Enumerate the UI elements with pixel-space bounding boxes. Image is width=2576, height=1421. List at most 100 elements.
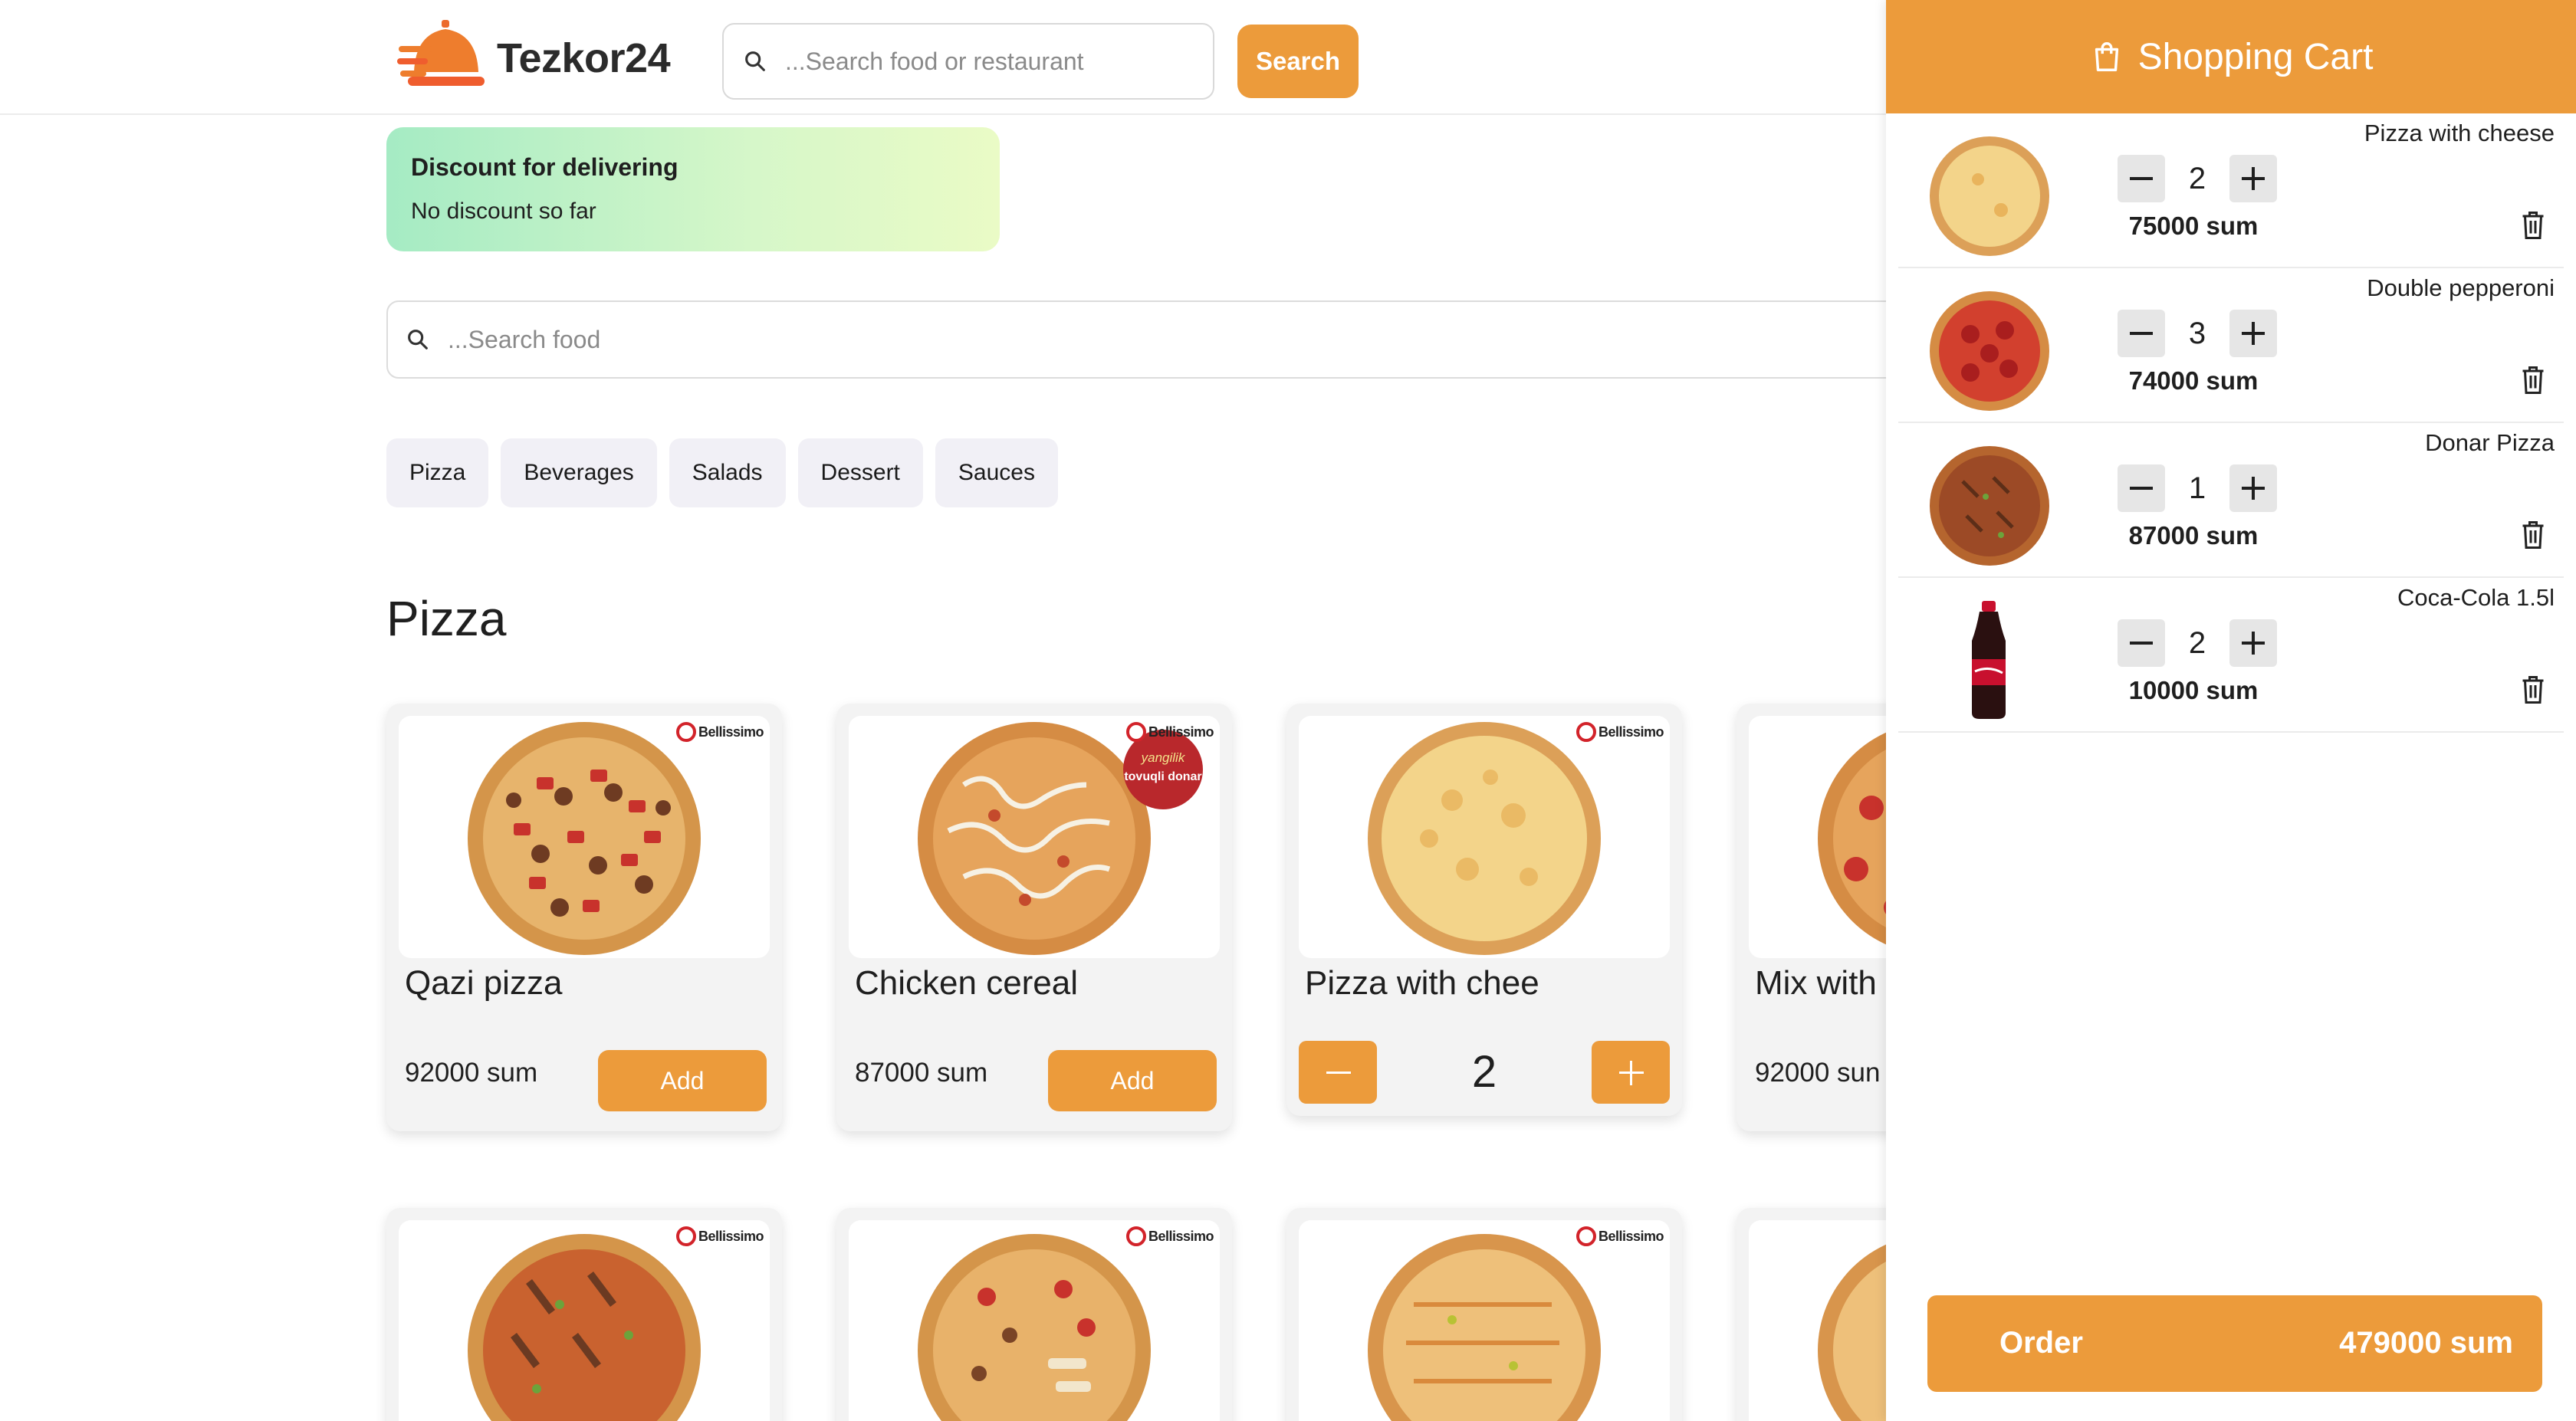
increase-quantity-button[interactable] [2229, 155, 2277, 202]
product-name: Pizza with chee [1305, 964, 1539, 1002]
cart-item-name: Coca-Cola 1.5l [2397, 584, 2555, 611]
category-beverages[interactable]: Beverages [501, 438, 657, 507]
product-image: Bellissimo [1299, 716, 1670, 958]
category-salads[interactable]: Salads [669, 438, 786, 507]
food-search-input[interactable] [448, 325, 1918, 354]
increase-quantity-button[interactable] [2229, 619, 2277, 667]
cart-item-name: Double pepperoni [2367, 274, 2555, 301]
promo-badge-line1: yangilik [1141, 750, 1186, 765]
decrease-quantity-button[interactable] [2118, 464, 2165, 512]
brand-mark-icon [1125, 722, 1146, 742]
brand-mark-icon [1125, 1226, 1146, 1246]
category-dessert[interactable]: Dessert [797, 438, 923, 507]
shopping-bag-icon [2095, 42, 2118, 71]
logo[interactable]: Tezkor24 [397, 20, 671, 97]
pizza-image [468, 722, 701, 955]
cart-item-image [1930, 136, 2049, 256]
pizza-image [1368, 1234, 1601, 1421]
brand-logo: Bellissimo [1576, 722, 1664, 742]
product-image: Bellissimo [399, 716, 770, 958]
brand-mark-icon [1576, 722, 1596, 742]
search-button[interactable]: Search [1237, 25, 1359, 98]
increase-quantity-button[interactable] [2229, 310, 2277, 357]
category-sauces[interactable]: Sauces [935, 438, 1058, 507]
decrease-quantity-button[interactable] [2118, 619, 2165, 667]
brand-mark-icon [675, 722, 696, 742]
brand-name: Bellissimo [1598, 724, 1664, 740]
pizza-image: yangilik tovuqli donar [918, 722, 1203, 955]
cart-item-price: 87000 sum [2128, 521, 2259, 550]
restaurant-search-input[interactable] [785, 47, 1213, 76]
promo-badge-line2: tovuqli donar [1124, 770, 1201, 783]
brand-logo: Bellissimo [1125, 722, 1214, 742]
section-title: Pizza [386, 591, 507, 646]
product-price: 92000 sum [405, 1058, 538, 1088]
logo-text: Tezkor24 [497, 35, 671, 81]
search-icon [408, 330, 428, 350]
cart-item-quantity: 2 [2188, 162, 2206, 195]
category-tabs: Pizza Beverages Salads Dessert Sauces [386, 438, 1058, 507]
pizza-image [918, 1234, 1151, 1421]
brand-mark-icon [1576, 1226, 1596, 1246]
delivery-dish-logo-icon [397, 20, 485, 86]
product-name: Qazi pizza [405, 964, 563, 1002]
product-name: Chicken cereal [855, 964, 1079, 1002]
cart-item-price: 10000 sum [2128, 676, 2259, 704]
increase-quantity-button[interactable] [1592, 1041, 1670, 1104]
pizza-image [468, 1234, 701, 1421]
add-to-cart-button[interactable]: Add [1048, 1050, 1217, 1111]
decrease-quantity-button[interactable] [2118, 310, 2165, 357]
pizza-image [1368, 722, 1601, 955]
cart-item: Donar Pizza 1 87000 sum [1898, 423, 2564, 578]
decrease-quantity-button[interactable] [2118, 155, 2165, 202]
cart-item-name: Donar Pizza [2425, 429, 2555, 456]
add-to-cart-button[interactable]: Add [598, 1050, 767, 1111]
trash-icon[interactable] [2518, 518, 2548, 553]
order-label: Order [1999, 1326, 2083, 1360]
cart-item-quantity: 1 [2188, 471, 2206, 505]
search-icon [745, 51, 765, 71]
product-image: Bellissimo [1299, 1220, 1670, 1421]
cart-item-quantity: 2 [2188, 626, 2206, 660]
brand-logo: Bellissimo [1576, 1226, 1664, 1246]
increase-quantity-button[interactable] [2229, 464, 2277, 512]
cart-item-price: 74000 sum [2128, 366, 2259, 395]
order-button[interactable]: Order 479000 sum [1927, 1295, 2542, 1392]
food-search-box [386, 300, 1920, 379]
trash-icon[interactable] [2518, 208, 2548, 244]
product-card: Bellissimo Pizza with chee 2 [1286, 704, 1682, 1116]
category-pizza[interactable]: Pizza [386, 438, 489, 507]
restaurant-search-box [722, 23, 1214, 100]
cart-item-image [1972, 601, 2006, 719]
cart-item-price: 75000 sum [2128, 212, 2259, 240]
product-price: 87000 sum [855, 1058, 988, 1088]
brand-logo: Bellissimo [1125, 1226, 1214, 1246]
trash-icon[interactable] [2518, 673, 2548, 708]
product-card: Bellissimo [1286, 1208, 1682, 1421]
cart-item: Double pepperoni 3 74000 sum [1898, 268, 2564, 423]
order-total: 479000 sum [2339, 1326, 2513, 1360]
trash-icon[interactable] [2518, 363, 2548, 399]
product-quantity: 2 [1471, 1047, 1497, 1097]
discount-title: Discount for delivering [411, 153, 678, 181]
shopping-cart-panel: Shopping Cart Pizza with cheese 2 75000 … [1886, 0, 2576, 1421]
product-price: 92000 sun [1755, 1058, 1881, 1088]
cart-title: Shopping Cart [2137, 36, 2374, 77]
brand-logo: Bellissimo [675, 1226, 764, 1246]
brand-mark-icon [675, 1226, 696, 1246]
cart-item-image [1930, 291, 2049, 411]
product-card: Bellissimo [386, 1208, 782, 1421]
product-image: Bellissimo [399, 1220, 770, 1421]
discount-banner: Discount for delivering No discount so f… [386, 127, 1000, 251]
brand-name: Bellissimo [1148, 1228, 1214, 1244]
product-image: yangilik tovuqli donar Bellissimo [849, 716, 1220, 958]
cart-header: Shopping Cart [1886, 0, 2576, 113]
discount-text: No discount so far [411, 199, 596, 224]
brand-name: Bellissimo [698, 724, 764, 740]
brand-name: Bellissimo [698, 1228, 764, 1244]
brand-logo: Bellissimo [675, 722, 764, 742]
product-card: Bellissimo Qazi pizza 92000 sum Add [386, 704, 782, 1131]
cart-item: Pizza with cheese 2 75000 sum [1898, 113, 2564, 268]
decrease-quantity-button[interactable] [1299, 1041, 1377, 1104]
brand-name: Bellissimo [1148, 724, 1214, 740]
